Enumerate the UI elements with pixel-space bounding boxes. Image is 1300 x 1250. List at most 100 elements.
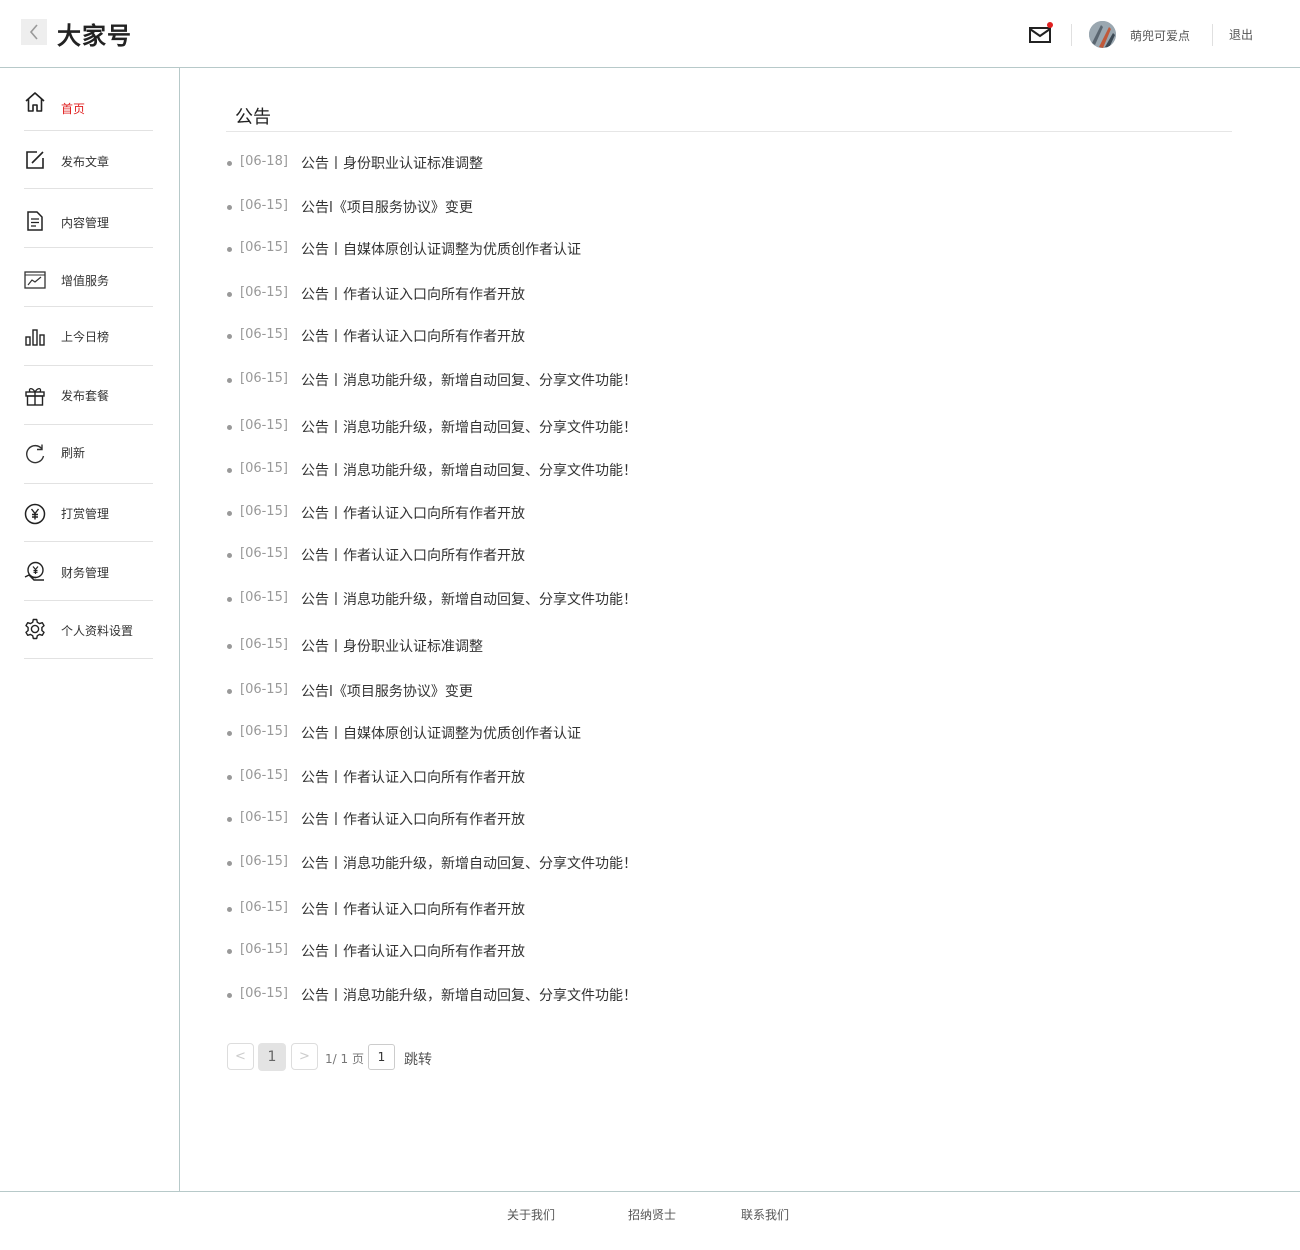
notice-date: [06-15] — [240, 768, 288, 783]
notice-date: [06-15] — [240, 461, 288, 476]
sidebar-item-daily-ranking[interactable]: 上今日榜 — [24, 308, 153, 366]
page-title: 公告 — [235, 107, 271, 128]
page-number-current[interactable]: 1 — [258, 1043, 286, 1071]
logout-button[interactable]: 退出 — [1229, 26, 1253, 43]
notice-title[interactable]: 公告丨作者认证入口向所有作者开放 — [301, 503, 525, 523]
notice-title[interactable]: 公告丨身份职业认证标准调整 — [301, 636, 483, 656]
notice-title[interactable]: 公告丨作者认证入口向所有作者开放 — [301, 941, 525, 961]
notice-date: [06-15] — [240, 986, 288, 1001]
sidebar-item-label: 上今日榜 — [61, 330, 110, 344]
bullet-dot — [227, 161, 232, 166]
footer-link-contact[interactable]: 联系我们 — [741, 1206, 789, 1223]
notice-title[interactable]: 公告丨消息功能升级，新增自动回复、分享文件功能！ — [301, 853, 637, 873]
notice-title[interactable]: 公告丨作者认证入口向所有作者开放 — [301, 284, 525, 304]
notice-date: [06-15] — [240, 810, 288, 825]
sidebar-item-label: 刷新 — [61, 446, 86, 460]
notice-date: [06-15] — [240, 285, 288, 300]
app-title: 大家号 — [57, 22, 132, 50]
page-jump-input[interactable] — [368, 1044, 395, 1070]
bullet-dot — [227, 644, 232, 649]
footer-link-about[interactable]: 关于我们 — [507, 1206, 555, 1223]
sidebar-item-label: 财务管理 — [61, 566, 110, 580]
notice-title[interactable]: 公告丨作者认证入口向所有作者开放 — [301, 545, 525, 565]
sidebar-item-label: 发布文章 — [61, 155, 110, 169]
bullet-dot — [227, 468, 232, 473]
unread-badge — [1047, 22, 1053, 28]
notice-title[interactable]: 公告丨消息功能升级，新增自动回复、分享文件功能！ — [301, 460, 637, 480]
notice-date: [06-15] — [240, 590, 288, 605]
notice-title[interactable]: 公告丨自媒体原创认证调整为优质创作者认证 — [301, 723, 581, 743]
notice-date: [06-18] — [240, 154, 288, 169]
bullet-dot — [227, 378, 232, 383]
bullet-dot — [227, 334, 232, 339]
refresh-icon — [24, 443, 46, 465]
mail-button[interactable] — [1029, 22, 1053, 44]
sidebar-item-publish-article[interactable]: 发布文章 — [24, 131, 153, 189]
jump-button[interactable]: 跳转 — [404, 1049, 432, 1069]
notice-title[interactable]: 公告丨作者认证入口向所有作者开放 — [301, 767, 525, 787]
sidebar-item-finance-management[interactable]: 财务管理 — [24, 543, 153, 601]
username[interactable]: 萌兜可爱点 — [1130, 27, 1190, 44]
notice-title[interactable]: 公告丨作者认证入口向所有作者开放 — [301, 326, 525, 346]
notice-title[interactable]: 公告l《项目服务协议》变更 — [301, 681, 473, 701]
notice-date: [06-15] — [240, 682, 288, 697]
notice-date: [06-15] — [240, 900, 288, 915]
notice-title[interactable]: 公告丨作者认证入口向所有作者开放 — [301, 809, 525, 829]
sidebar-item-profile-settings[interactable]: 个人资料设置 — [24, 601, 153, 659]
notice-title[interactable]: 公告丨消息功能升级，新增自动回复、分享文件功能！ — [301, 370, 637, 390]
page-info: 1/ 1 页 — [325, 1052, 364, 1066]
gift-icon — [24, 385, 46, 407]
notice-date: [06-15] — [240, 240, 288, 255]
bullet-dot — [227, 425, 232, 430]
notice-title[interactable]: 公告丨自媒体原创认证调整为优质创作者认证 — [301, 239, 581, 259]
bullet-dot — [227, 731, 232, 736]
next-page-button[interactable]: > — [291, 1043, 318, 1070]
sidebar-item-home[interactable]: 首页 — [24, 73, 153, 131]
bullet-dot — [227, 775, 232, 780]
notice-title[interactable]: 公告丨消息功能升级，新增自动回复、分享文件功能！ — [301, 589, 637, 609]
prev-page-button[interactable]: < — [227, 1043, 254, 1070]
notice-date: [06-15] — [240, 637, 288, 652]
notice-date: [06-15] — [240, 327, 288, 342]
sidebar-item-content-management[interactable]: 内容管理 — [24, 190, 153, 248]
notice-date: [06-15] — [240, 371, 288, 386]
gear-icon — [24, 618, 46, 640]
edit-icon — [24, 149, 46, 171]
footer-link-careers[interactable]: 招纳贤士 — [628, 1206, 676, 1223]
notice-date: [06-15] — [240, 418, 288, 433]
bullet-dot — [227, 205, 232, 210]
mail-icon — [1029, 27, 1051, 43]
avatar[interactable] — [1089, 21, 1116, 48]
sidebar-item-label: 增值服务 — [61, 274, 110, 288]
sidebar-item-publish-package[interactable]: 发布套餐 — [24, 367, 153, 425]
bullet-dot — [227, 817, 232, 822]
sidebar-item-label: 打赏管理 — [61, 507, 110, 521]
notice-date: [06-15] — [240, 942, 288, 957]
chevron-left-icon — [29, 24, 38, 40]
back-button[interactable] — [21, 19, 47, 45]
notice-title[interactable]: 公告l《项目服务协议》变更 — [301, 197, 473, 217]
bullet-dot — [227, 949, 232, 954]
chevron-right-icon: > — [299, 1049, 310, 1064]
sidebar-item-label: 发布套餐 — [61, 389, 110, 403]
notice-date: [06-15] — [240, 198, 288, 213]
sidebar-item-reward-management[interactable]: 打赏管理 — [24, 484, 153, 542]
home-icon — [24, 91, 46, 113]
notice-title[interactable]: 公告丨作者认证入口向所有作者开放 — [301, 899, 525, 919]
trend-chart-icon — [24, 269, 46, 291]
title-divider — [226, 131, 1232, 132]
notice-date: [06-15] — [240, 854, 288, 869]
bullet-dot — [227, 993, 232, 998]
bullet-dot — [227, 292, 232, 297]
sidebar-item-value-added[interactable]: 增值服务 — [24, 249, 153, 307]
sidebar-item-refresh[interactable]: 刷新 — [24, 426, 153, 484]
header-divider — [1071, 24, 1072, 46]
notice-title[interactable]: 公告丨消息功能升级，新增自动回复、分享文件功能！ — [301, 985, 637, 1005]
notice-title[interactable]: 公告丨身份职业认证标准调整 — [301, 153, 483, 173]
sidebar-item-label: 个人资料设置 — [61, 624, 134, 638]
chevron-left-icon: < — [235, 1049, 246, 1064]
notice-date: [06-15] — [240, 724, 288, 739]
document-icon — [24, 210, 46, 232]
notice-title[interactable]: 公告丨消息功能升级，新增自动回复、分享文件功能！ — [301, 417, 637, 437]
bullet-dot — [227, 597, 232, 602]
